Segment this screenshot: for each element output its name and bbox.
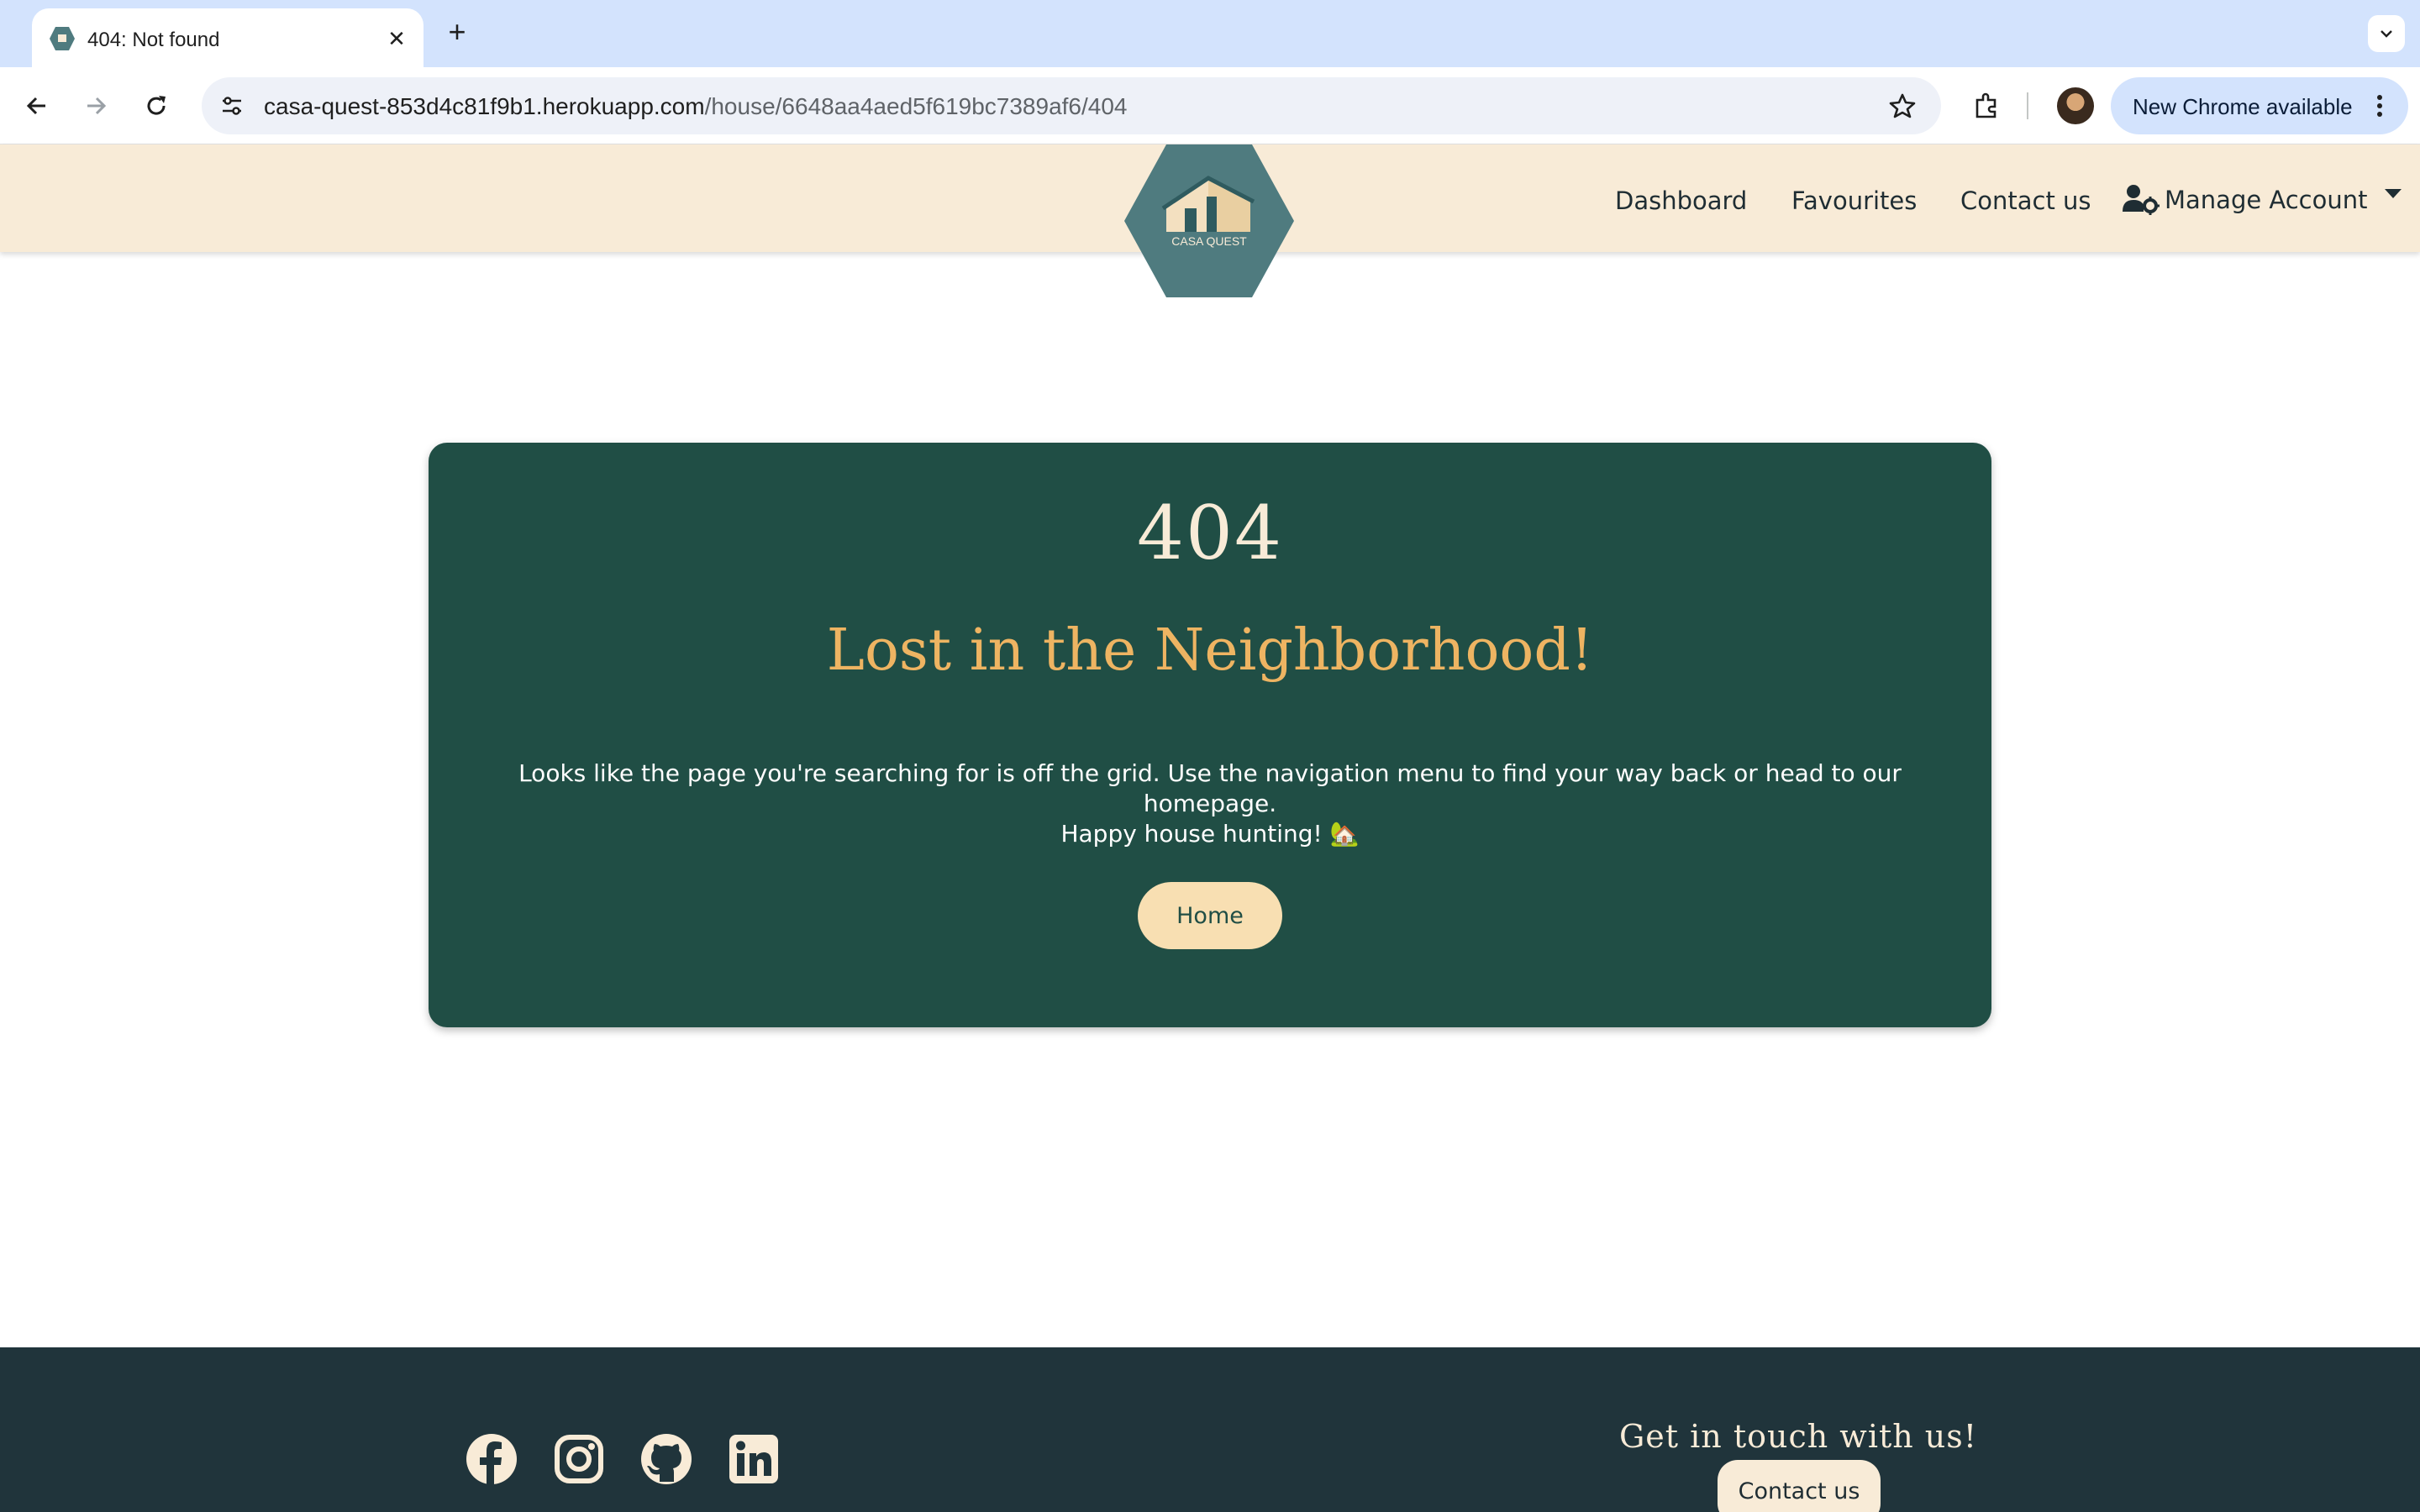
forward-button[interactable]	[77, 87, 114, 124]
kebab-icon	[2377, 95, 2382, 117]
profile-avatar[interactable]	[2057, 87, 2094, 124]
nav-dashboard-link[interactable]: Dashboard	[1615, 186, 1747, 215]
instagram-icon[interactable]	[553, 1433, 605, 1485]
linkedin-icon[interactable]	[728, 1433, 780, 1485]
new-chrome-available-button[interactable]: New Chrome available	[2111, 77, 2408, 134]
tab-close-icon[interactable]: ✕	[381, 24, 412, 54]
browser-tab-strip: 404: Not found ✕ +	[0, 0, 2420, 67]
error-headline: Lost in the Neighborhood!	[826, 617, 1594, 684]
error-card: 404 Lost in the Neighborhood! Looks like…	[429, 443, 1991, 1027]
reload-icon	[147, 96, 166, 115]
forward-arrow-icon	[87, 97, 107, 115]
casa-quest-favicon-icon	[50, 27, 75, 50]
footer-contact-button[interactable]: Contact us	[1718, 1460, 1881, 1512]
error-message-line1: Looks like the page you're searching for…	[518, 759, 1902, 817]
url-path: /house/6648aa4aed5f619bc7389af6/404	[704, 93, 1128, 119]
casa-quest-logo[interactable]: CASA QUEST	[1124, 144, 1294, 297]
extensions-button[interactable]	[1966, 86, 2007, 126]
manage-account-label: Manage Account	[2165, 186, 2368, 214]
get-in-touch-heading: Get in touch with us!	[1618, 1418, 1978, 1455]
bookmark-star-icon[interactable]	[1886, 89, 1919, 123]
home-button[interactable]: Home	[1138, 882, 1282, 949]
nav-contact-link[interactable]: Contact us	[1960, 186, 2091, 215]
star-icon	[1889, 93, 1916, 118]
browser-tab[interactable]: 404: Not found ✕	[32, 8, 424, 67]
tab-search-button[interactable]	[2368, 15, 2405, 52]
github-icon[interactable]	[640, 1433, 692, 1485]
puzzle-icon	[1975, 92, 1996, 118]
tune-icon	[223, 97, 241, 115]
nav-favourites-link[interactable]: Favourites	[1791, 186, 1917, 215]
error-message: Looks like the page you're searching for…	[479, 759, 1941, 849]
new-tab-button[interactable]: +	[440, 14, 474, 49]
site-info-icon[interactable]	[215, 89, 249, 123]
url-host: casa-quest-853d4c81f9b1.herokuapp.com	[264, 93, 705, 119]
site-footer: Get in touch with us! Contact us	[0, 1347, 2420, 1512]
caret-down-icon	[2384, 188, 2402, 198]
back-button[interactable]	[18, 87, 55, 124]
user-gear-icon	[2123, 185, 2160, 215]
chevron-down-icon	[2381, 30, 2392, 38]
back-arrow-icon	[26, 97, 45, 115]
browser-toolbar: casa-quest-853d4c81f9b1.herokuapp.com/ho…	[0, 67, 2420, 144]
reload-button[interactable]	[138, 87, 175, 124]
logo-text: CASA QUEST	[1171, 234, 1247, 248]
address-bar[interactable]: casa-quest-853d4c81f9b1.herokuapp.com/ho…	[202, 77, 1941, 134]
facebook-icon[interactable]	[466, 1433, 518, 1485]
toolbar-separator	[2027, 92, 2028, 119]
update-label: New Chrome available	[2133, 94, 2353, 119]
error-message-line2: Happy house hunting! 🏡	[1060, 820, 1360, 848]
url-text: casa-quest-853d4c81f9b1.herokuapp.com/ho…	[264, 93, 1128, 120]
error-code: 404	[1137, 490, 1283, 576]
tab-title: 404: Not found	[87, 29, 220, 51]
more-menu-icon[interactable]	[2363, 89, 2396, 123]
manage-account-dropdown[interactable]: Manage Account	[2123, 180, 2402, 220]
